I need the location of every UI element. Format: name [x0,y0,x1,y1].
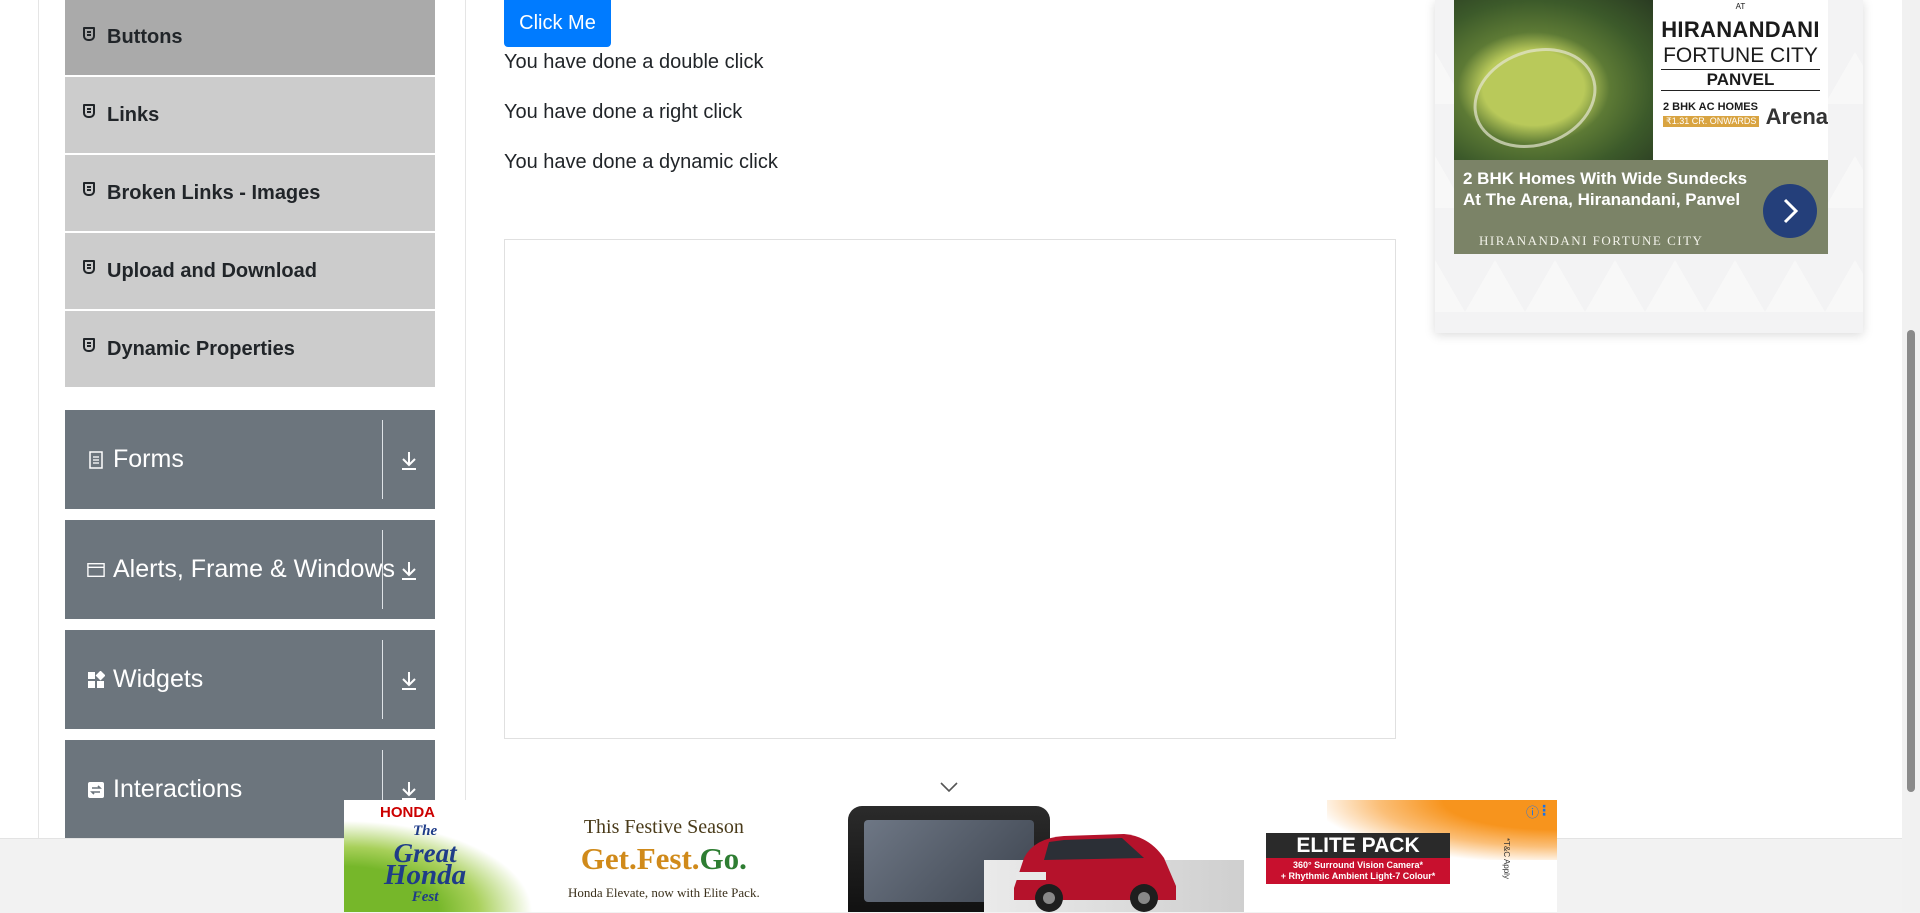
car-image [1014,834,1176,912]
great-line3: Honda [384,859,467,891]
festive-line3: Honda Elevate, now with Elite Pack. [568,885,760,900]
group-title: Alerts, Frame & Windows [113,555,396,583]
download-icon[interactable] [397,668,421,692]
fine-print: *T&C Apply [1502,838,1512,879]
elite-line2: + Rhythmic Ambient Light-7 Colour* [1280,871,1436,881]
sidebar-item-label: Buttons [107,26,183,48]
group-divider [382,640,383,719]
next-arrow-button[interactable] [1763,184,1817,238]
sidebar-item-dynamic-properties[interactable]: Dynamic Properties [65,311,435,389]
group-divider [382,420,383,499]
elite-line1: 360° Surround Vision Camera* [1293,860,1423,870]
sidebar-item-label: Dynamic Properties [107,337,295,360]
brand-line3: PANVEL [1661,69,1820,91]
html5-icon [83,182,97,198]
ad-more-options-icon[interactable]: ⋮ [1537,802,1551,819]
group-title: Forms [113,445,184,473]
ad-headline-line1: 2 BHK Homes With Wide Sundecks [1463,169,1748,188]
dynamic-click-message: You have done a dynamic click [504,151,778,173]
ad-brand-block: AT HIRANANDANI FORTUNE CITY PANVEL 2 BHK… [1653,0,1828,160]
ad-caption: 2 BHK Homes With Wide Sundecks At The Ar… [1454,160,1828,254]
side-advertisement[interactable]: AT HIRANANDANI FORTUNE CITY PANVEL 2 BHK… [1435,0,1863,333]
html5-icon [83,26,97,43]
slogan-get-fest: Get.Fest. [580,841,700,876]
elite-pack-badge: ELITE PACK 360° Surround Vision Camera* … [1266,833,1450,891]
brand-at: AT [1735,2,1746,11]
elite-title: ELITE PACK [1266,833,1450,858]
brand-line1: HIRANANDANI [1661,17,1820,42]
download-icon[interactable] [397,778,421,802]
ad-headline-line2: At The Arena, Hiranandani, Panvel [1463,190,1741,209]
slogan-go: Go. [699,841,747,876]
chevron-down-icon[interactable] [939,781,959,793]
ad-image[interactable]: AT HIRANANDANI FORTUNE CITY PANVEL 2 BHK… [1454,0,1828,254]
arena-logo: Arena [1765,104,1828,129]
elite-details: 360° Surround Vision Camera* + Rhythmic … [1266,858,1450,884]
sidebar-item-upload-download[interactable]: Upload and Download [65,233,435,311]
homes-tag: 2 BHK AC HOMES [1663,101,1758,113]
html5-icon [83,104,97,120]
sidebar-item-label: Broken Links - Images [107,181,321,204]
html5-icon [83,338,97,354]
group-divider [382,530,383,609]
aerial-photo [1454,0,1653,160]
festive-slogan: Get.Fest.Go. [568,841,760,877]
great-honda-fest-logo: The Great Honda Fest [384,820,466,908]
click-me-button[interactable]: Click Me [504,0,611,47]
price-tag: ₹1.31 CR. ONWARDS [1663,116,1760,127]
interactions-icon [87,781,105,799]
page-scrollbar[interactable] [1902,0,1920,912]
chevron-right-icon [1783,198,1799,224]
document-icon [87,450,105,469]
sidebar-right-border [465,0,466,838]
group-title: Widgets [113,665,204,693]
brand-line2: FORTUNE CITY [1663,44,1818,67]
download-icon[interactable] [397,558,421,582]
sidebar-group-forms[interactable]: Forms [65,410,435,509]
ad-frame-empty [504,239,1396,739]
double-click-message: You have done a double click [504,51,764,73]
sidebar-item-label: Links [107,103,160,126]
sidebar-group-widgets[interactable]: Widgets [65,630,435,729]
bottom-advertisement[interactable]: HONDA The Great Honda Fest This Festive … [344,800,1557,912]
sidebar-item-buttons[interactable]: Buttons [65,0,435,77]
festive-copy: This Festive Season Get.Fest.Go. Honda E… [568,816,760,901]
sidebar-item-links[interactable]: Links [65,77,435,155]
sidebar-left-border [38,0,39,838]
right-click-message: You have done a right click [504,101,743,123]
scrollbar-thumb[interactable] [1907,330,1915,792]
honda-logo: HONDA [380,804,435,821]
sidebar-group-alerts[interactable]: Alerts, Frame & Windows [65,520,435,619]
sidebar-item-label: Upload and Download [107,259,317,282]
sidebar-item-broken-links[interactable]: Broken Links - Images [65,155,435,233]
ad-subbrand: HIRANANDANI FORTUNE CITY [1479,233,1704,248]
ad-headline: 2 BHK Homes With Wide Sundecks At The Ar… [1463,168,1747,210]
window-icon [87,561,105,579]
festive-line1: This Festive Season [583,816,744,838]
sidebar: Buttons Links Broken Links - Images Uplo… [65,0,435,839]
download-icon[interactable] [397,448,421,472]
html5-icon [83,260,97,276]
widgets-icon [87,670,105,689]
